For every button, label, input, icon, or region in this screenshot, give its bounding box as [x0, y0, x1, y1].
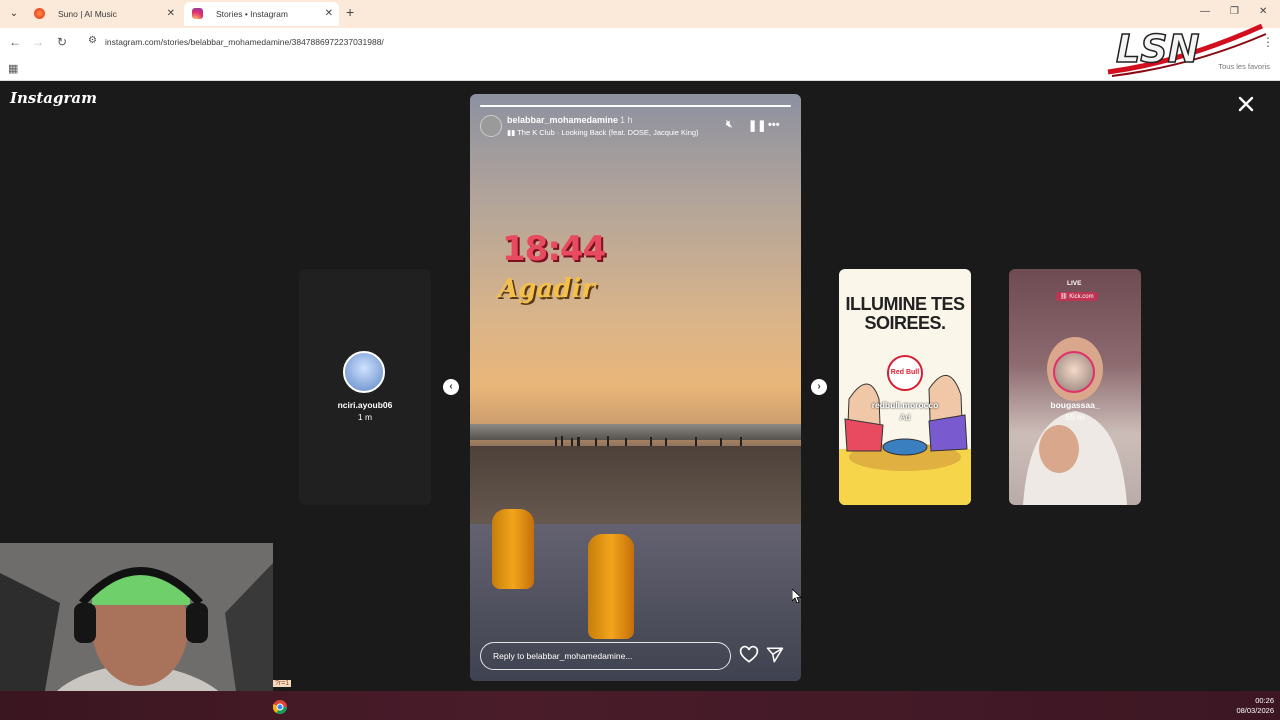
music-bars-icon: ▮▮	[507, 128, 518, 137]
heart-icon[interactable]	[739, 645, 759, 665]
reply-field-container	[480, 642, 731, 670]
tab-search-chevron-icon[interactable]: ⌄	[6, 6, 22, 22]
story-progress-bar	[480, 105, 791, 107]
juice-bottle	[492, 509, 534, 589]
instagram-favicon-icon	[192, 8, 203, 19]
story-username[interactable]: belabbar_mohamedamine	[507, 115, 618, 125]
system-clock[interactable]: 00:26 08/03/2026	[1236, 696, 1274, 716]
pause-icon[interactable]: ❚❚	[748, 119, 766, 132]
browser-tab-bar: ⌄ Suno | AI Music ✕ Stories • Instagram …	[0, 0, 1280, 28]
instagram-logo[interactable]: Instagram	[10, 89, 97, 107]
bookmarks-bar: ▦ Tous les favoris	[0, 56, 1280, 81]
close-tab-icon[interactable]: ✕	[325, 2, 333, 26]
next-story-chevron-icon[interactable]: ›	[811, 379, 827, 395]
previous-story-chevron-icon[interactable]: ‹	[443, 379, 459, 395]
preview-username: nciri.ayoub06	[337, 400, 393, 410]
browser-nav-bar: ← → ↻ ⚙ instagram.com/stories/belabbar_m…	[0, 28, 1280, 56]
preview-username: bougassaa_	[1050, 400, 1100, 410]
tab-suno[interactable]: Suno | AI Music ✕	[26, 2, 181, 26]
story-preview-redbull[interactable]: ILLUMINE TES SOIREES. Red Bull redbull.m…	[839, 269, 971, 505]
reply-input[interactable]	[493, 643, 723, 669]
preview-ad-label: Ad	[899, 412, 911, 422]
address-bar[interactable]: ⚙ instagram.com/stories/belabbar_mohamed…	[80, 31, 1140, 53]
send-icon[interactable]	[766, 646, 784, 664]
minimize-icon[interactable]: —	[1200, 6, 1210, 17]
live-badge: LIVE	[1067, 280, 1082, 287]
clock-date: 08/03/2026	[1236, 706, 1274, 715]
avatar[interactable]	[480, 115, 502, 137]
close-window-icon[interactable]: ✕	[1259, 6, 1267, 17]
muted-speaker-icon[interactable]: 🔇︎	[726, 119, 732, 130]
redbull-logo: Red Bull	[887, 355, 923, 391]
music-title: The K Club · Looking Back (feat. DOSE, J…	[517, 128, 699, 137]
os-taskbar: 00:26 08/03/2026	[0, 691, 1280, 720]
juice-bottle	[588, 534, 634, 639]
tab-label: Suno | AI Music	[58, 9, 117, 19]
close-icon[interactable]	[1236, 94, 1256, 114]
preview-username: redbull.morocco	[871, 400, 939, 410]
current-story[interactable]: belabbar_mohamedamine 1 h ▮▮ The K Club …	[470, 94, 801, 681]
preview-time: 55 m	[1065, 412, 1085, 422]
forward-icon[interactable]: →	[30, 34, 46, 50]
url-text: instagram.com/stories/belabbar_mohamedam…	[105, 37, 384, 47]
apps-grid-icon[interactable]: ▦	[8, 62, 18, 75]
restore-icon[interactable]: ❐	[1230, 6, 1239, 17]
close-tab-icon[interactable]: ✕	[167, 2, 175, 26]
clock-time: 00:26	[1255, 696, 1274, 705]
suno-favicon-icon	[34, 8, 45, 19]
tab-instagram[interactable]: Stories • Instagram ✕	[184, 2, 339, 26]
svg-text:LSN: LSN	[1116, 27, 1199, 71]
more-options-icon[interactable]: •••	[768, 119, 780, 131]
avatar	[343, 351, 385, 393]
chrome-icon[interactable]	[273, 700, 287, 714]
ad-headline: ILLUMINE TES SOIREES.	[845, 294, 966, 333]
location-sticker[interactable]: Agadir	[498, 274, 595, 304]
time-sticker: 18:44	[502, 229, 606, 269]
tab-label: Stories • Instagram	[216, 9, 288, 19]
avatar	[1053, 351, 1095, 393]
new-tab-icon[interactable]: +	[346, 4, 354, 20]
site-info-icon[interactable]: ⚙	[88, 35, 97, 46]
reload-icon[interactable]: ↻	[54, 34, 70, 50]
story-time: 1 h	[620, 115, 633, 125]
story-preview-previous[interactable]: nciri.ayoub06 1 m	[299, 269, 431, 505]
mouse-cursor-icon	[792, 589, 802, 603]
back-icon[interactable]: ←	[7, 34, 23, 50]
lsn-watermark-logo: LSN	[1107, 23, 1267, 77]
preview-time: 1 m	[357, 412, 373, 422]
story-preview-live[interactable]: LIVE ⛓ Kick.com bougassaa_ 55 m	[1009, 269, 1141, 505]
story-music[interactable]: ▮▮ The K Club · Looking Back (feat. DOSE…	[507, 128, 699, 137]
notification-badge: ?r=1	[273, 680, 292, 687]
